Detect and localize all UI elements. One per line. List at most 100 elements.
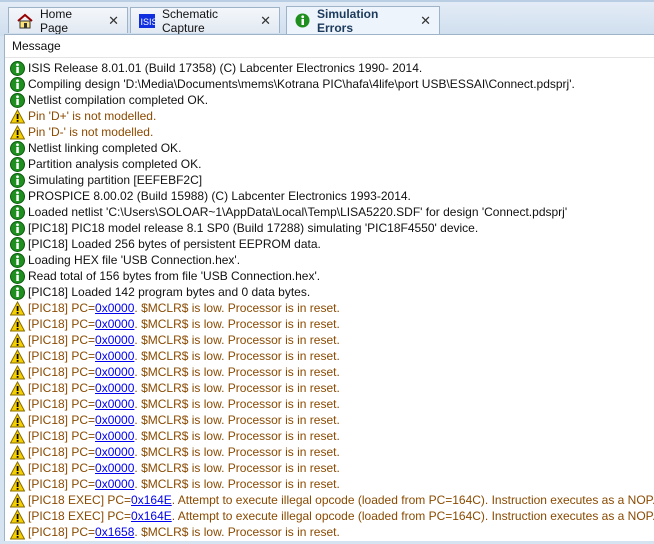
svg-text:ISIS: ISIS bbox=[141, 17, 156, 27]
home-icon bbox=[17, 13, 33, 29]
message-text: [PIC18] PC= bbox=[28, 413, 96, 427]
message-row[interactable]: [PIC18] PC= 0x0000. $MCLR$ is low. Proces… bbox=[5, 348, 654, 364]
pc-address-link[interactable]: 0x0000 bbox=[95, 332, 134, 348]
message-row[interactable]: [PIC18 EXEC] PC= 0x164E. Attempt to execu… bbox=[5, 492, 654, 508]
message-row[interactable]: [PIC18] PC= 0x0000. $MCLR$ is low. Proces… bbox=[5, 444, 654, 460]
info-icon bbox=[10, 76, 25, 92]
message-row[interactable]: [PIC18 EXEC] PC= 0x164E. Attempt to execu… bbox=[5, 508, 654, 524]
message-row[interactable]: Read total of 156 bytes from file 'USB C… bbox=[5, 268, 654, 284]
warning-icon bbox=[9, 444, 26, 460]
pc-address-link[interactable]: 0x1658 bbox=[95, 524, 134, 540]
column-header-message[interactable]: Message bbox=[5, 35, 654, 58]
message-row[interactable]: [PIC18] Loaded 142 program bytes and 0 d… bbox=[5, 284, 654, 300]
tab-schematic-capture[interactable]: ISIS Schematic Capture ✕ bbox=[130, 6, 280, 35]
message-text-suffix: . $MCLR$ is low. Processor is in reset. bbox=[134, 301, 340, 315]
message-text: [PIC18] PC= bbox=[28, 301, 96, 315]
message-text: [PIC18] PC= bbox=[28, 525, 96, 539]
warning-icon bbox=[9, 524, 26, 540]
close-icon[interactable]: ✕ bbox=[260, 13, 271, 29]
message-text: [PIC18] PC= bbox=[28, 333, 96, 347]
message-row[interactable]: Pin 'D+' is not modelled. bbox=[5, 108, 654, 124]
message-text: [PIC18] PC= bbox=[28, 477, 96, 491]
pc-address-link[interactable]: 0x164E bbox=[131, 492, 172, 508]
message-row[interactable]: [PIC18] PC= 0x0000. $MCLR$ is low. Proces… bbox=[5, 396, 654, 412]
info-icon bbox=[10, 268, 25, 284]
tab-home-page[interactable]: Home Page ✕ bbox=[8, 7, 128, 35]
message-row[interactable]: Simulating partition [EEFEBF2C] bbox=[5, 172, 654, 188]
warning-icon bbox=[9, 476, 26, 492]
tab-label: Schematic Capture bbox=[162, 6, 219, 35]
warning-icon bbox=[9, 300, 26, 316]
message-row[interactable]: [PIC18] PC= 0x0000. $MCLR$ is low. Proces… bbox=[5, 332, 654, 348]
message-text: [PIC18 EXEC] PC= bbox=[28, 493, 132, 507]
message-text: Netlist compilation completed OK. bbox=[28, 93, 209, 107]
pc-address-link[interactable]: 0x0000 bbox=[95, 428, 134, 444]
message-text-suffix: . $MCLR$ is low. Processor is in reset. bbox=[134, 349, 340, 363]
tab-label: Simulation Errors bbox=[317, 6, 379, 35]
pc-address-link[interactable]: 0x0000 bbox=[95, 380, 134, 396]
pc-address-link[interactable]: 0x0000 bbox=[95, 316, 134, 332]
close-icon[interactable]: ✕ bbox=[420, 13, 431, 29]
message-text-suffix: . $MCLR$ is low. Processor is in reset. bbox=[134, 445, 340, 459]
warning-icon bbox=[9, 364, 26, 380]
pc-address-link[interactable]: 0x0000 bbox=[95, 444, 134, 460]
pc-address-link[interactable]: 0x0000 bbox=[95, 460, 134, 476]
message-row[interactable]: [PIC18] PC= 0x1658. $MCLR$ is low. Proces… bbox=[5, 524, 654, 540]
message-text-suffix: . $MCLR$ is low. Processor is in reset. bbox=[134, 381, 340, 395]
pc-address-link[interactable]: 0x0000 bbox=[95, 300, 134, 316]
info-icon bbox=[10, 140, 25, 156]
message-row[interactable]: Partition analysis completed OK. bbox=[5, 156, 654, 172]
message-text-suffix: . Attempt to execute illegal opcode (loa… bbox=[171, 509, 654, 523]
pc-address-link[interactable]: 0x164E bbox=[131, 508, 172, 524]
message-row[interactable]: [PIC18] PC= 0x0000. $MCLR$ is low. Proces… bbox=[5, 380, 654, 396]
warning-icon bbox=[9, 124, 26, 140]
message-text: [PIC18] PC= bbox=[28, 349, 96, 363]
message-row[interactable]: [PIC18] Loaded 256 bytes of persistent E… bbox=[5, 236, 654, 252]
message-text-suffix: . $MCLR$ is low. Processor is in reset. bbox=[134, 397, 340, 411]
pc-address-link[interactable]: 0x0000 bbox=[95, 396, 134, 412]
pc-address-link[interactable]: 0x0000 bbox=[95, 348, 134, 364]
info-icon bbox=[10, 236, 25, 252]
message-row[interactable]: [PIC18] PC= 0x0000. $MCLR$ is low. Proces… bbox=[5, 476, 654, 492]
message-row[interactable]: Compiling design 'D:\Media\Documents\mem… bbox=[5, 76, 654, 92]
pc-address-link[interactable]: 0x0000 bbox=[95, 412, 134, 428]
message-text: [PIC18 EXEC] PC= bbox=[28, 509, 132, 523]
message-row[interactable]: Loading HEX file 'USB Connection.hex'. bbox=[5, 252, 654, 268]
message-row[interactable]: Netlist linking completed OK. bbox=[5, 140, 654, 156]
pc-address-link[interactable]: 0x0000 bbox=[95, 364, 134, 380]
info-icon bbox=[10, 204, 25, 220]
message-text-suffix: . $MCLR$ is low. Processor is in reset. bbox=[134, 429, 340, 443]
message-row[interactable]: [PIC18] PC= 0x0000. $MCLR$ is low. Proces… bbox=[5, 428, 654, 444]
message-text: PROSPICE 8.00.02 (Build 15988) (C) Labce… bbox=[28, 189, 411, 203]
warning-icon bbox=[9, 108, 26, 124]
message-row[interactable]: PROSPICE 8.00.02 (Build 15988) (C) Labce… bbox=[5, 188, 654, 204]
info-icon bbox=[295, 13, 310, 29]
message-row[interactable]: Pin 'D-' is not modelled. bbox=[5, 124, 654, 140]
info-icon bbox=[10, 172, 25, 188]
warning-icon bbox=[9, 428, 26, 444]
warning-icon bbox=[9, 316, 26, 332]
message-row[interactable]: [PIC18] PC= 0x0000. $MCLR$ is low. Proces… bbox=[5, 412, 654, 428]
pc-address-link[interactable]: 0x0000 bbox=[95, 476, 134, 492]
message-row[interactable]: Netlist compilation completed OK. bbox=[5, 92, 654, 108]
message-row[interactable]: [PIC18] PC= 0x0000. $MCLR$ is low. Proces… bbox=[5, 300, 654, 316]
message-row[interactable]: [PIC18] PC= 0x0000. $MCLR$ is low. Proces… bbox=[5, 460, 654, 476]
isis-icon: ISIS bbox=[139, 13, 155, 29]
message-row[interactable]: ISIS Release 8.01.01 (Build 17358) (C) L… bbox=[5, 60, 654, 76]
message-text: [PIC18] PC= bbox=[28, 461, 96, 475]
message-row[interactable]: [PIC18] PC= 0x0000. $MCLR$ is low. Proces… bbox=[5, 316, 654, 332]
tab-simulation-errors[interactable]: Simulation Errors ✕ bbox=[286, 6, 440, 35]
info-icon bbox=[10, 284, 25, 300]
message-row[interactable]: [PIC18] PC= 0x0000. $MCLR$ is low. Proces… bbox=[5, 364, 654, 380]
message-list: ISIS Release 8.01.01 (Build 17358) (C) L… bbox=[5, 58, 654, 540]
message-text: [PIC18] PC= bbox=[28, 365, 96, 379]
message-text-suffix: . $MCLR$ is low. Processor is in reset. bbox=[134, 413, 340, 427]
close-icon[interactable]: ✕ bbox=[108, 13, 119, 29]
message-text: Read total of 156 bytes from file 'USB C… bbox=[28, 269, 321, 283]
message-row[interactable]: [PIC18] PIC18 model release 8.1 SP0 (Bui… bbox=[5, 220, 654, 236]
message-text: [PIC18] PC= bbox=[28, 317, 96, 331]
message-row[interactable]: Loaded netlist 'C:\Users\SOLOAR~1\AppDat… bbox=[5, 204, 654, 220]
warning-icon bbox=[9, 380, 26, 396]
message-text: [PIC18] PC= bbox=[28, 397, 96, 411]
message-text: [PIC18] PC= bbox=[28, 445, 96, 459]
